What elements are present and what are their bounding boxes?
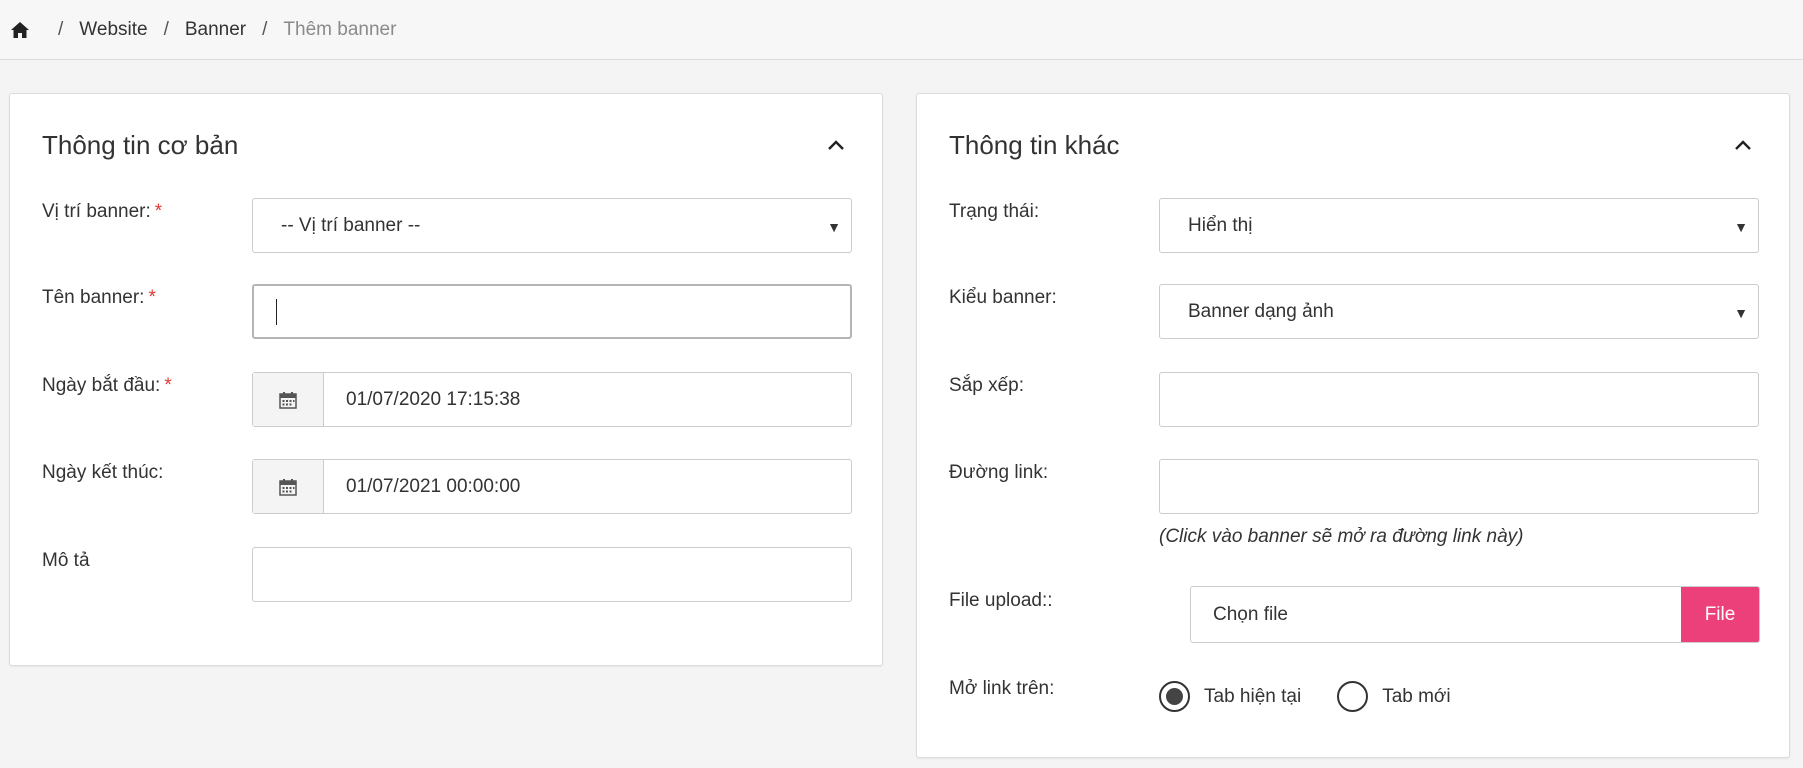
position-label: Vị trí banner: * — [42, 201, 163, 222]
description-input[interactable] — [252, 547, 852, 602]
open-link-label: Mở link trên: — [949, 678, 1055, 699]
end-date-value: 01/07/2021 00:00:00 — [346, 475, 521, 497]
chevron-up-icon[interactable] — [1731, 134, 1755, 158]
status-select-value: Hiển thị — [1188, 214, 1253, 236]
banner-type-value: Banner dạng ảnh — [1188, 300, 1334, 322]
basic-info-panel: Thông tin cơ bản Vị trí banner: * -- Vị t… — [9, 93, 883, 666]
breadcrumb-item-website[interactable]: Website — [79, 19, 147, 41]
status-select[interactable]: Hiển thị ▼ — [1159, 198, 1759, 253]
text-cursor — [276, 298, 277, 325]
sort-input[interactable] — [1159, 372, 1759, 427]
required-mark: * — [154, 201, 163, 222]
radio-new-tab-label: Tab mới — [1382, 685, 1451, 707]
file-upload-group[interactable]: Chọn file File — [1190, 586, 1760, 643]
breadcrumb-item-banner[interactable]: Banner — [185, 19, 246, 41]
start-date-label: Ngày bắt đầu: * — [42, 375, 172, 396]
radio-unchecked-icon[interactable] — [1337, 681, 1369, 712]
file-upload-label: File upload:: — [949, 590, 1053, 611]
status-label: Trạng thái: — [949, 201, 1040, 222]
name-label: Tên banner: * — [42, 287, 156, 308]
calendar-icon[interactable] — [253, 460, 324, 513]
open-link-radio-group: Tab hiện tại Tab mới — [1159, 681, 1487, 712]
caret-down-icon: ▼ — [827, 219, 841, 235]
end-date-field[interactable]: 01/07/2021 00:00:00 — [252, 459, 852, 514]
other-info-panel: Thông tin khác Trạng thái: Hiển thị ▼ Ki… — [916, 93, 1790, 758]
link-input[interactable] — [1159, 459, 1759, 514]
start-date-value: 01/07/2020 17:15:38 — [346, 388, 521, 410]
breadcrumb-current: Thêm banner — [283, 18, 397, 40]
panel-title: Thông tin khác — [949, 130, 1120, 160]
radio-new-tab[interactable]: Tab mới — [1337, 681, 1451, 712]
breadcrumb-separator: / — [262, 18, 268, 40]
panel-title: Thông tin cơ bản — [42, 130, 239, 160]
start-date-field[interactable]: 01/07/2020 17:15:38 — [252, 372, 852, 427]
radio-checked-icon[interactable] — [1159, 681, 1190, 712]
banner-type-label: Kiểu banner: — [949, 287, 1057, 308]
caret-down-icon: ▼ — [1734, 219, 1748, 235]
breadcrumb: / Website / Banner / Thêm banner — [0, 0, 1803, 60]
banner-type-select[interactable]: Banner dạng ảnh ▼ — [1159, 284, 1759, 339]
sort-label: Sắp xếp: — [949, 375, 1024, 396]
radio-current-tab-label: Tab hiện tại — [1204, 685, 1302, 707]
file-upload-placeholder[interactable]: Chọn file — [1191, 604, 1681, 626]
calendar-icon[interactable] — [253, 373, 324, 426]
link-hint: (Click vào banner sẽ mở ra đường link nà… — [1159, 526, 1524, 547]
chevron-up-icon[interactable] — [824, 134, 848, 158]
required-mark: * — [164, 375, 172, 396]
required-mark: * — [148, 287, 156, 308]
description-label: Mô tả — [42, 550, 90, 571]
end-date-label: Ngày kết thúc: — [42, 462, 164, 483]
file-browse-button[interactable]: File — [1681, 587, 1759, 642]
breadcrumb-separator: / — [163, 18, 169, 40]
position-select-value: -- Vị trí banner -- — [281, 214, 421, 236]
home-icon[interactable] — [10, 19, 32, 41]
breadcrumb-separator: / — [58, 18, 64, 40]
caret-down-icon: ▼ — [1734, 305, 1748, 321]
link-label: Đường link: — [949, 462, 1049, 483]
radio-current-tab[interactable]: Tab hiện tại — [1159, 681, 1301, 712]
banner-name-input[interactable] — [252, 284, 852, 339]
radio-dot — [1166, 688, 1183, 705]
position-select[interactable]: -- Vị trí banner -- ▼ — [252, 198, 852, 253]
